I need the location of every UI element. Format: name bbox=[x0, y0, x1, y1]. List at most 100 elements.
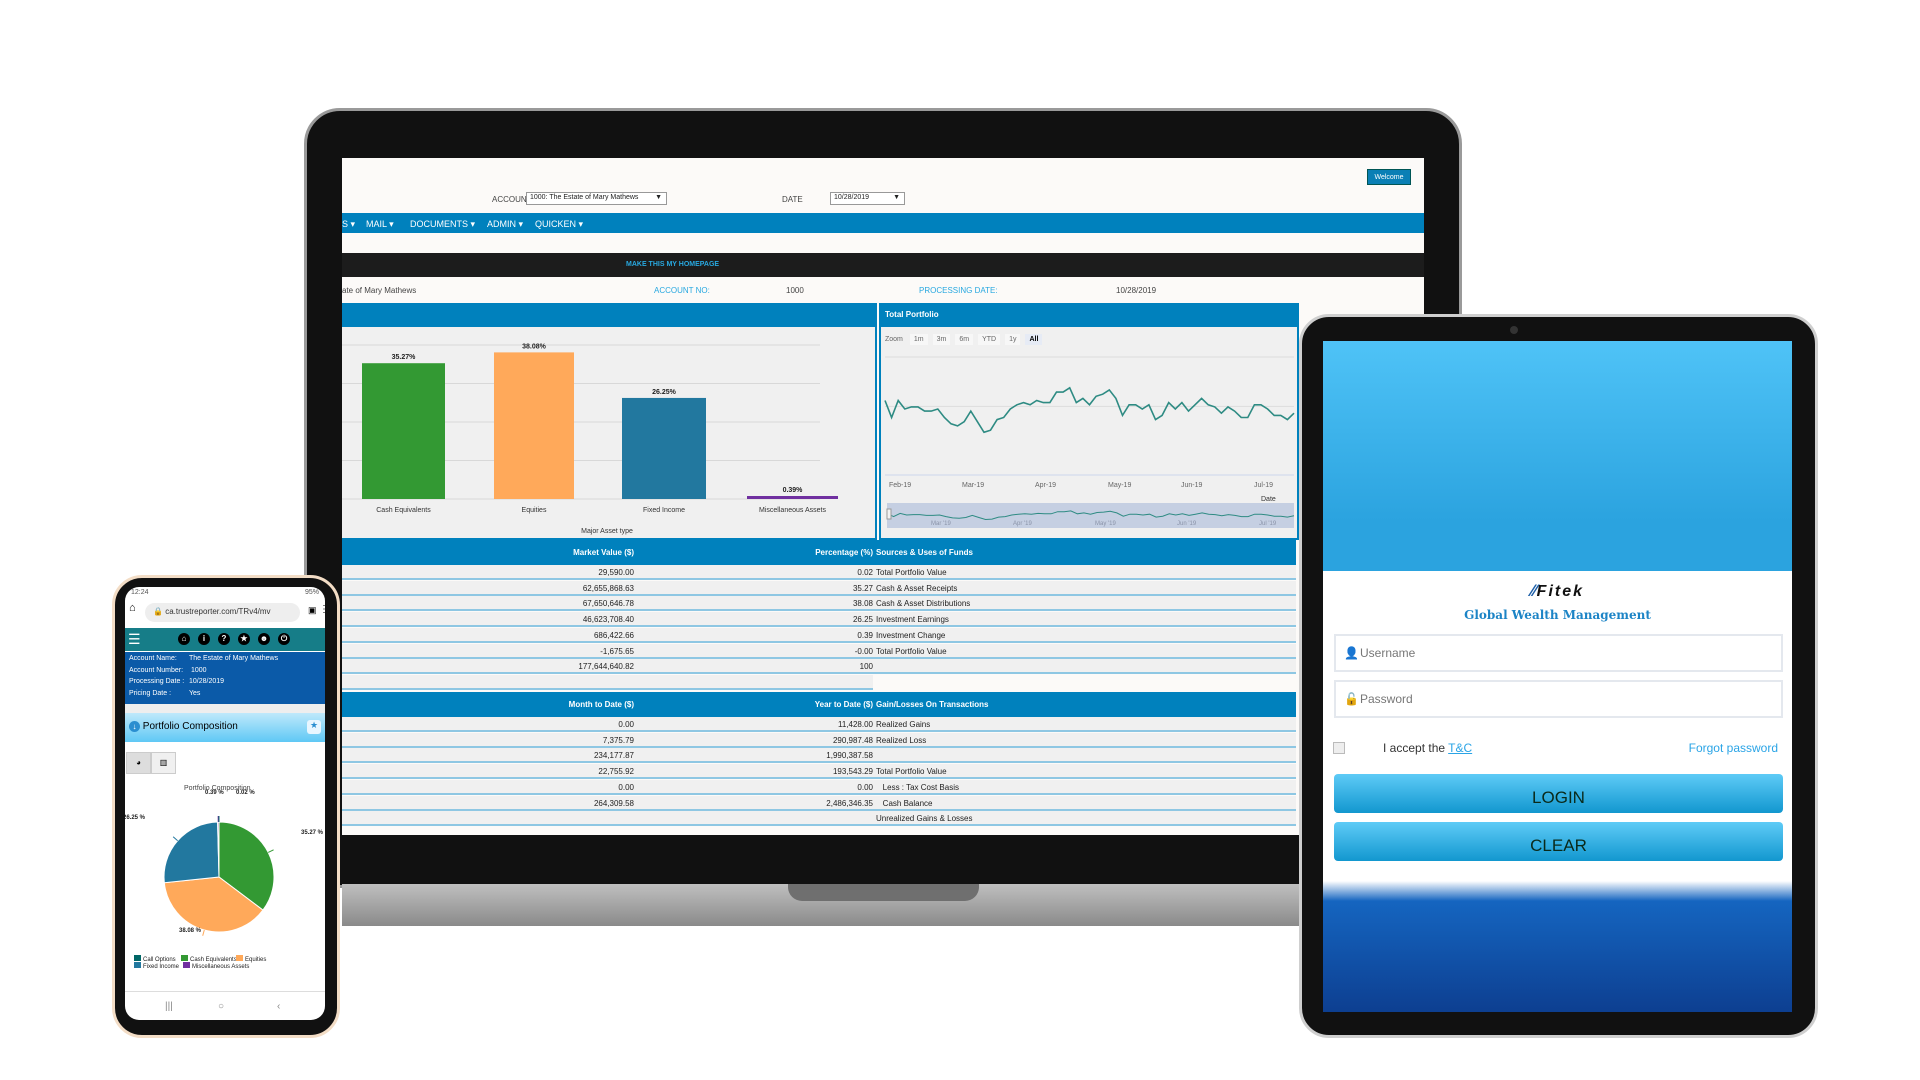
bar-fixed-income[interactable] bbox=[622, 397, 706, 499]
url-bar[interactable]: 🔒 ca.trustreporter.com/TRv4/mv bbox=[145, 603, 300, 622]
phone-screen: 12:24 95% ⌂ 🔒 ca.trustreporter.com/TRv4/… bbox=[125, 587, 325, 1020]
accept-label: I accept the T&C bbox=[1383, 741, 1473, 755]
bar-view-button[interactable]: ▥ bbox=[151, 752, 176, 774]
account-select-value: 1000: The Estate of Mary Mathews bbox=[530, 194, 639, 201]
column-header: Percentage (%) bbox=[815, 548, 873, 557]
data-label: 26.25% bbox=[652, 389, 677, 396]
legend-item[interactable]: Call Options bbox=[143, 957, 176, 963]
data-label: 38.08% bbox=[522, 343, 547, 350]
navigator-tick-label: Jun '19 bbox=[1177, 521, 1197, 527]
total-portfolio-panel: Total Portfolio Zoom 1m 3m 6m YTD 1y All Feb-… bbox=[879, 303, 1299, 540]
user-icon: 👤 bbox=[1344, 646, 1359, 660]
welcome-button[interactable]: Welcome bbox=[1367, 169, 1411, 185]
hamburger-menu-icon[interactable]: ☰ bbox=[128, 632, 141, 646]
login-button[interactable]: LOGIN bbox=[1334, 774, 1783, 813]
dropdown-arrow-icon: ▼ bbox=[893, 194, 900, 201]
table-cell: 7,375.79 bbox=[602, 735, 634, 745]
username-input[interactable]: 👤 Username bbox=[1334, 634, 1783, 672]
legend-item[interactable]: Cash Equivalents bbox=[190, 957, 237, 963]
table-cell: 0.00 bbox=[618, 720, 634, 729]
account-select[interactable]: 1000: The Estate of Mary Mathews ▼ bbox=[526, 192, 667, 205]
dropdown-arrow-icon: ▼ bbox=[655, 194, 662, 201]
favorite-star-icon[interactable]: ★ bbox=[307, 720, 321, 734]
table-cell: Total Portfolio Value bbox=[876, 767, 947, 777]
forgot-password-link[interactable]: Forgot password bbox=[1689, 741, 1778, 755]
table-cell: Total Portfolio Value bbox=[876, 568, 947, 577]
camera-icon bbox=[1510, 326, 1518, 334]
accept-checkbox[interactable] bbox=[1333, 742, 1345, 754]
home-icon[interactable]: ⌂ bbox=[178, 633, 190, 645]
nav-item-admin[interactable]: ADMIN ▾ bbox=[487, 219, 523, 230]
date-select-value: 10/28/2019 bbox=[834, 194, 870, 201]
account-no-label: ACCOUNT NO: bbox=[654, 286, 710, 295]
label-connector bbox=[172, 836, 178, 842]
user-icon[interactable]: ☻ bbox=[258, 633, 270, 645]
panel-title: Total Portfolio bbox=[881, 305, 1297, 327]
portfolio-line[interactable] bbox=[884, 386, 1295, 434]
account-name: ate of Mary Mathews bbox=[342, 286, 417, 295]
password-input[interactable]: 🔓 Password bbox=[1334, 680, 1783, 718]
column-header: Gain/Losses On Transactions bbox=[876, 700, 989, 709]
info-value: 10/28/2019 bbox=[189, 678, 225, 686]
table-row: 177,644,640.82 100 bbox=[342, 659, 1296, 675]
table-row: 0.00 0.00 Less : Tax Cost Basis bbox=[342, 779, 1296, 795]
navigator-tick-label: May '19 bbox=[1095, 521, 1116, 527]
legend-item[interactable]: Fixed Income bbox=[143, 964, 180, 970]
nav-item-mail[interactable]: MAIL ▾ bbox=[366, 219, 394, 230]
table-row: 686,422.66 0.39 Investment Change bbox=[342, 627, 1296, 643]
subtitle: Global Wealth Management bbox=[1464, 608, 1651, 622]
tabs-icon[interactable]: ▣ bbox=[308, 605, 317, 616]
table-cell: 0.00 bbox=[618, 782, 634, 792]
nav-item-documents[interactable]: DOCUMENTS ▾ bbox=[410, 219, 475, 230]
table-row: 46,623,708.40 26.25 Investment Earnings bbox=[342, 612, 1296, 628]
fitek-logo: ⁄⁄Fitek bbox=[1530, 581, 1585, 600]
table-cell: 100 bbox=[859, 662, 873, 672]
pie-data-label: 0.39 % bbox=[205, 790, 224, 796]
table-row: -1,675.65 -0.00 Total Portfolio Value bbox=[342, 643, 1296, 659]
clear-button[interactable]: CLEAR bbox=[1334, 822, 1783, 861]
nav-item[interactable]: S ▾ bbox=[342, 219, 355, 230]
help-icon[interactable]: ? bbox=[218, 633, 230, 645]
laptop-screen: Welcome ACCOUNT 1000: The Estate of Mary… bbox=[342, 158, 1424, 835]
table-cell: Realized Loss bbox=[876, 735, 927, 745]
recent-apps-icon[interactable]: ||| bbox=[165, 1001, 173, 1012]
legend-item[interactable]: Equities bbox=[245, 957, 266, 963]
portfolio-composition-header[interactable]: ↓ Portfolio Composition ★ bbox=[125, 713, 325, 742]
navigator-tick-label: Apr '19 bbox=[1013, 521, 1032, 527]
status-time: 12:24 bbox=[131, 589, 149, 596]
x-tick-label: Jun-19 bbox=[1181, 482, 1203, 489]
pie-slice-fixed-income[interactable] bbox=[163, 821, 220, 884]
spacer bbox=[125, 704, 325, 713]
table-cell: 686,422.66 bbox=[593, 630, 634, 640]
table-cell: 290,987.48 bbox=[832, 735, 873, 745]
table-row: 7,375.79 290,987.48 Realized Loss bbox=[342, 732, 1296, 748]
column-header: Market Value ($) bbox=[573, 548, 634, 557]
nav-item-quicken[interactable]: QUICKEN ▾ bbox=[535, 219, 583, 230]
panel-header bbox=[342, 305, 875, 327]
legend-item[interactable]: Miscellaneous Assets bbox=[192, 964, 249, 970]
star-icon[interactable]: ★ bbox=[238, 633, 250, 645]
bar-equities[interactable] bbox=[494, 352, 574, 499]
home-nav-icon[interactable]: ○ bbox=[218, 1001, 224, 1012]
bar-cash-equivalents[interactable] bbox=[362, 363, 445, 499]
date-label: DATE bbox=[782, 195, 803, 204]
back-icon[interactable]: ‹ bbox=[277, 1001, 280, 1012]
x-axis-title: Major Asset type bbox=[581, 528, 633, 535]
account-info-row: Account Name: The Estate of Mary Mathews bbox=[129, 655, 278, 662]
collapse-arrow-icon[interactable]: ↓ bbox=[129, 721, 140, 732]
pie-data-label: 35.27 % bbox=[301, 830, 324, 836]
more-menu-icon[interactable]: ⋮ bbox=[319, 604, 325, 615]
make-homepage-link[interactable]: MAKE THIS MY HOMEPAGE bbox=[626, 261, 719, 268]
power-icon[interactable]: ⏻ bbox=[278, 633, 290, 645]
table-cell: 46,623,708.40 bbox=[582, 615, 634, 625]
navigator-handle[interactable] bbox=[886, 508, 892, 520]
date-select[interactable]: 10/28/2019 ▼ bbox=[830, 192, 905, 205]
bar-miscellaneous-assets[interactable] bbox=[747, 496, 838, 499]
column-header: Sources & Uses of Funds bbox=[876, 548, 973, 557]
category-label: Fixed Income bbox=[643, 507, 685, 514]
table-cell: 38.08 bbox=[852, 599, 873, 609]
tc-link[interactable]: T&C bbox=[1448, 741, 1472, 755]
pie-view-button[interactable]: ◕ bbox=[126, 752, 151, 774]
column-header: Month to Date ($) bbox=[568, 700, 634, 709]
info-icon[interactable]: i bbox=[198, 633, 210, 645]
